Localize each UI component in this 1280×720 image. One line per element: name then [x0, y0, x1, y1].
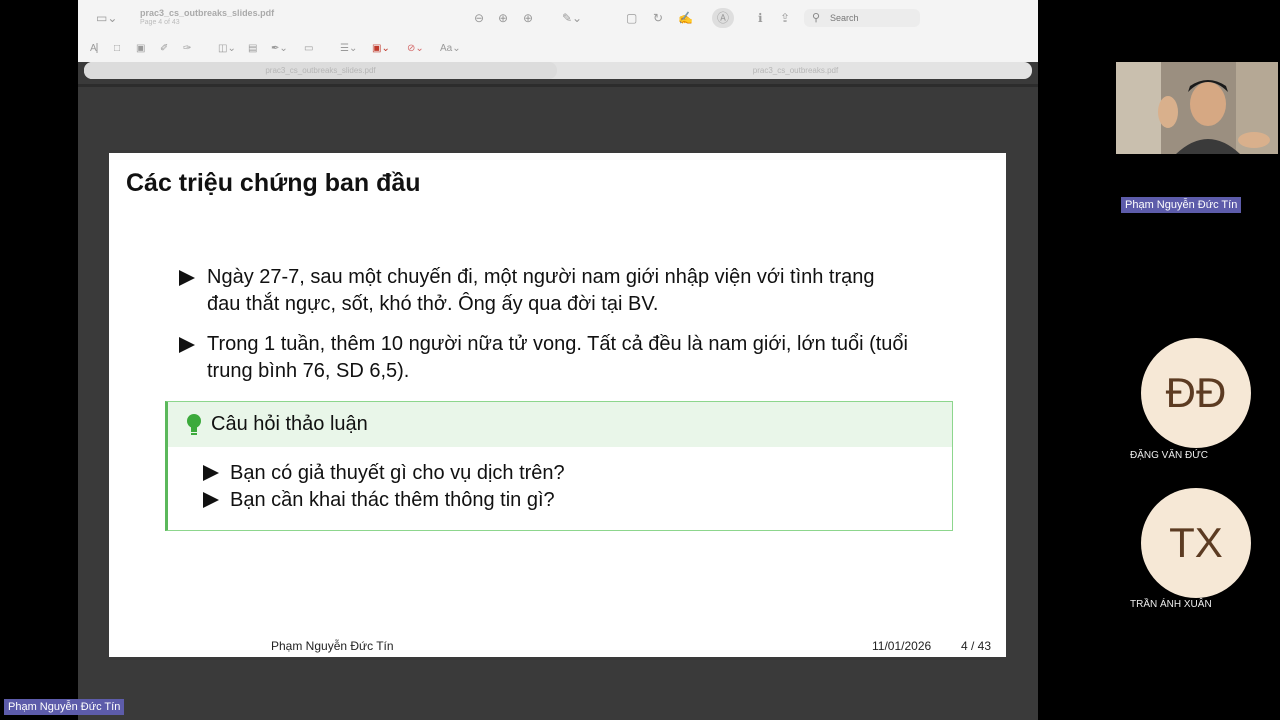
footer-author: Phạm Nguyễn Đức Tín [271, 639, 394, 653]
pdf-viewer-toolbar: ▭⌄ prac3_cs_outbreaks_slides.pdf Page 4 … [78, 0, 1038, 79]
bullet-arrow-icon [179, 337, 195, 353]
font-icon[interactable]: Aa⌄ [440, 42, 461, 56]
share-icon[interactable]: ⇪ [780, 11, 790, 25]
markup-icon[interactable]: ✎⌄ [562, 11, 582, 25]
bullet-2-line1: Trong 1 tuần, thêm 10 người nữa tử vong.… [207, 333, 908, 355]
discussion-box: Câu hỏi thảo luận Bạn có giả thuyết gì c… [165, 401, 953, 531]
discussion-header: Câu hỏi thảo luận [168, 402, 952, 447]
bullet-1-line2: đau thắt ngực, sốt, khó thở. Ông ấy qua … [207, 293, 659, 315]
participant-avatar-1[interactable]: ĐĐ [1141, 338, 1251, 448]
crop-icon[interactable]: ▣ [136, 42, 145, 56]
rotate-icon[interactable]: ↻ [653, 11, 663, 25]
sidebar-toggle-icon[interactable]: ▭⌄ [96, 11, 117, 25]
bullet-arrow-icon [203, 465, 219, 481]
participant-name-1: ĐẶNG VĂN ĐỨC [1130, 450, 1208, 461]
bullet-2: Trong 1 tuần, thêm 10 người nữa tử vong.… [207, 331, 908, 385]
page-indicator: Page 4 of 43 [140, 19, 180, 26]
annotate-icon[interactable]: Ⓐ [712, 8, 734, 28]
presenter-name-tag: Phạm Nguyễn Đức Tín [1121, 197, 1242, 213]
sketch-icon[interactable]: ✐ [160, 42, 168, 56]
text-box-icon[interactable]: ▤ [248, 42, 257, 56]
participant-avatar-2[interactable]: TX [1141, 488, 1251, 598]
line-style-icon[interactable]: ☰⌄ [340, 42, 357, 56]
slide-title: Các triệu chứng ban đầu [126, 169, 421, 197]
discussion-question-2: Bạn cần khai thác thêm thông tin gì? [230, 489, 555, 511]
bullet-arrow-icon [179, 270, 195, 286]
bullet-arrow-icon [203, 492, 219, 508]
presenter-video-frame [1116, 62, 1278, 154]
screen-share-name-tag: Phạm Nguyễn Đức Tín [4, 699, 125, 715]
footer-date: 11/01/2026 [872, 639, 932, 653]
zoom-out-icon[interactable]: ⊖ [474, 11, 484, 25]
bullet-1: Ngày 27-7, sau một chuyến đi, một người … [207, 264, 875, 318]
tab-outbreaks[interactable]: prac3_cs_outbreaks.pdf [559, 62, 1032, 79]
border-color-icon[interactable]: ▣⌄ [372, 42, 390, 56]
footer-page-number: 4 / 43 [961, 639, 992, 653]
search-placeholder: Search [830, 13, 859, 23]
signature-icon[interactable]: ✒⌄ [271, 42, 288, 56]
bullet-2-line2: trung bình 76, SD 6,5). [207, 360, 410, 382]
draw-icon[interactable]: ✑ [183, 42, 191, 56]
info-icon[interactable]: ℹ [758, 11, 763, 25]
rect-select-icon[interactable]: □ [114, 42, 120, 56]
fill-color-icon[interactable]: ⊘⌄ [407, 42, 424, 56]
zoom-fit-icon[interactable]: ⊕ [498, 11, 508, 25]
participant-name-2: TRẦN ÁNH XUÂN [1130, 599, 1212, 610]
bullet-1-line1: Ngày 27-7, sau một chuyến đi, một người … [207, 266, 875, 288]
search-icon: ⚲ [812, 12, 821, 24]
lightbulb-icon [187, 414, 201, 435]
sign-icon[interactable]: ✍ [678, 11, 693, 25]
text-tool-icon[interactable]: A⎸ [90, 42, 107, 56]
document-tabs: prac3_cs_outbreaks_slides.pdf prac3_cs_o… [84, 62, 1032, 79]
discussion-question-1: Bạn có giả thuyết gì cho vụ dịch trên? [230, 462, 565, 484]
presenter-video[interactable] [1116, 62, 1278, 154]
discussion-title: Câu hỏi thảo luận [211, 413, 368, 435]
shapes-icon[interactable]: ◫⌄ [218, 42, 236, 56]
tab-slides[interactable]: prac3_cs_outbreaks_slides.pdf [84, 62, 557, 79]
toolbar-divider [78, 84, 1038, 87]
document-title: prac3_cs_outbreaks_slides.pdf [140, 8, 275, 18]
search-field[interactable]: ⚲ Search [804, 9, 920, 27]
slide-page: Các triệu chứng ban đầu Ngày 27-7, sau m… [109, 153, 1006, 657]
shared-screen: ▭⌄ prac3_cs_outbreaks_slides.pdf Page 4 … [78, 0, 1038, 720]
note-icon[interactable]: ▭ [304, 42, 313, 56]
export-icon[interactable]: ▢ [626, 11, 637, 25]
zoom-in-icon[interactable]: ⊕ [523, 11, 533, 25]
